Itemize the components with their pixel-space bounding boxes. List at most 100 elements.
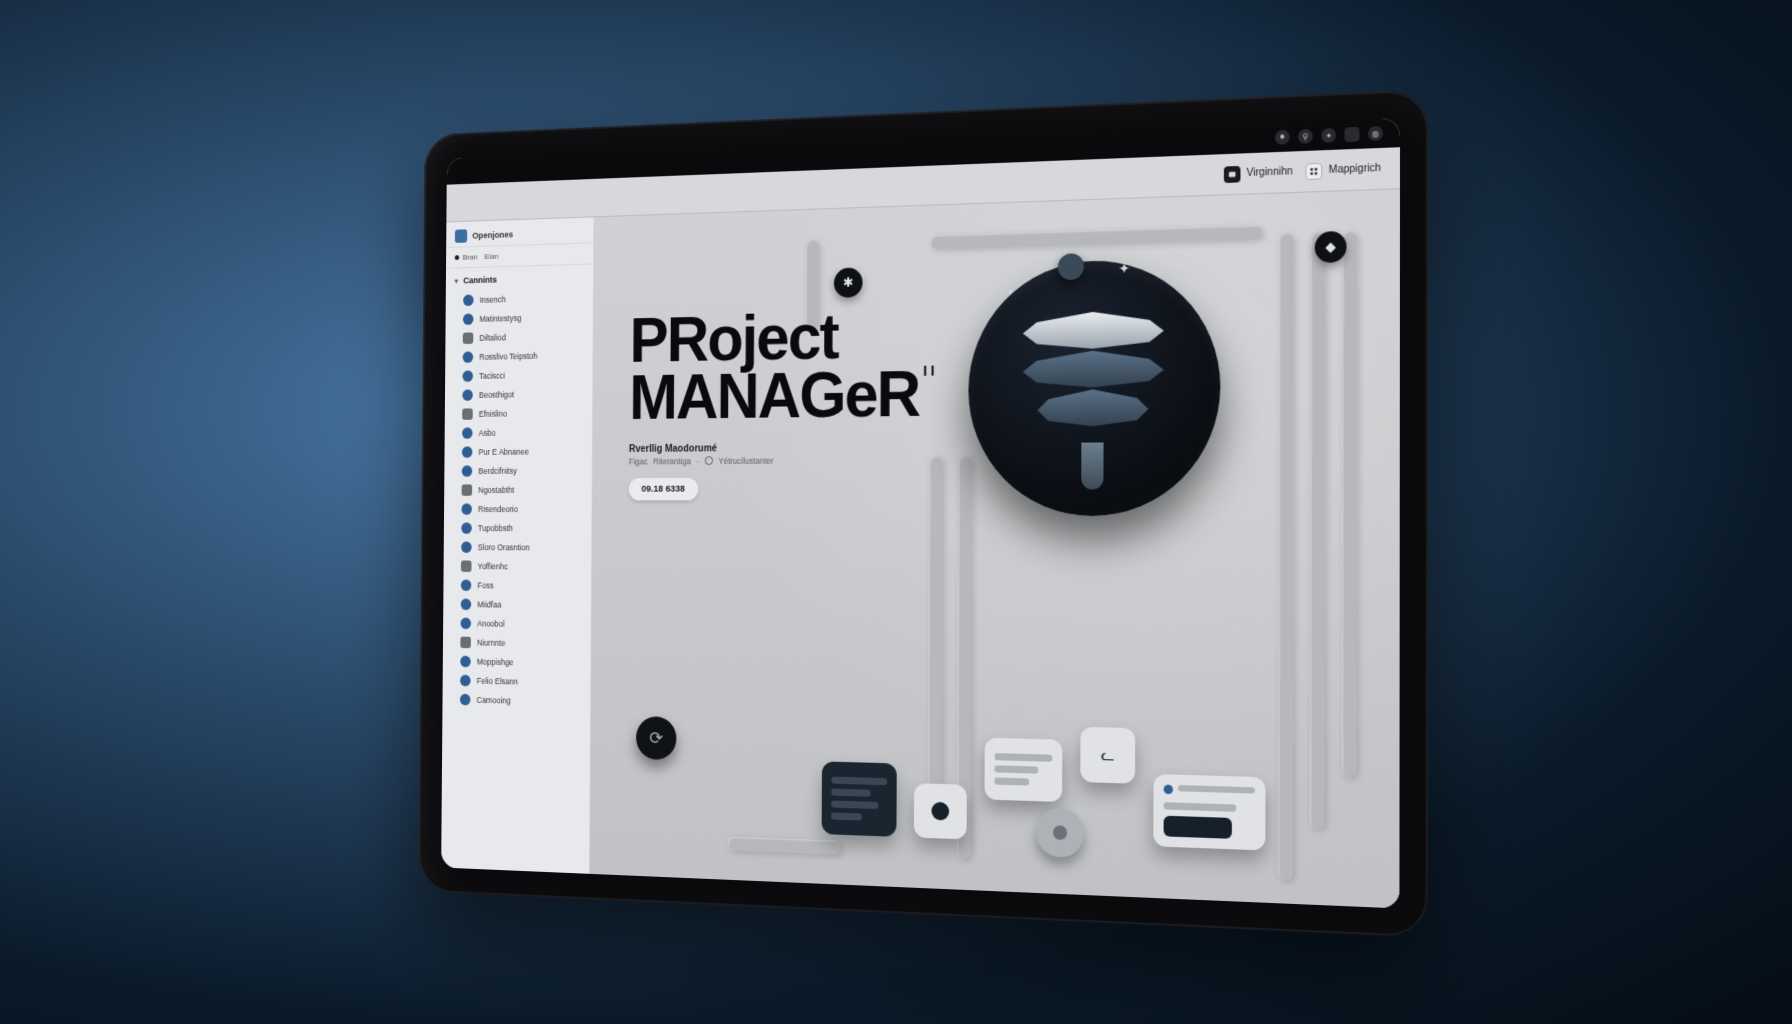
grid-icon — [1305, 162, 1322, 179]
pipe — [1310, 232, 1326, 830]
widget-card-action[interactable] — [1153, 774, 1265, 851]
sidebar-item[interactable]: Asbo — [445, 422, 593, 443]
pipe — [727, 836, 840, 854]
sidebar-item-label: Anoobol — [477, 619, 504, 629]
sidebar-item[interactable]: Yoffienhc — [444, 557, 592, 577]
sidebar-item-label: Sloro Orasntion — [478, 542, 530, 552]
bullet-icon — [463, 351, 474, 363]
bullet-icon — [463, 294, 474, 306]
drop-node-icon[interactable]: ◆ — [1315, 231, 1347, 263]
sidebar-item[interactable]: Risendeorio — [444, 499, 592, 518]
sidebar-items: InsenchMatintestysgDiltaliodRosslivo Tei… — [442, 286, 593, 720]
status-bar-right: ⏺ ⚲ ✦ ◍ — [1275, 126, 1383, 145]
gear-icon[interactable]: ✦ — [1321, 128, 1336, 143]
camera-icon[interactable]: ⏺ — [1275, 130, 1290, 145]
moon-icon — [1058, 253, 1084, 280]
sidebar-item[interactable]: Sloro Orasntion — [444, 538, 592, 558]
sidebar-item[interactable]: Beosthigot — [445, 384, 593, 405]
sidebar-item-label: Insench — [480, 295, 506, 305]
widget-card-dark[interactable] — [822, 761, 897, 836]
shield-icon[interactable] — [1345, 127, 1360, 142]
sidebar-item[interactable]: Pur E Abnanee — [444, 442, 592, 462]
refresh-knob[interactable]: ⟳ — [636, 716, 677, 760]
title-mark: I I — [923, 362, 934, 378]
bullet-icon — [460, 637, 471, 649]
card-action-button[interactable] — [1164, 816, 1232, 839]
hero: PRoject MANAGeRI I Rverllig Maodorumé Fi… — [629, 305, 969, 500]
sidebar-item[interactable]: Berdcifnitsy — [444, 461, 592, 481]
dot-icon — [455, 255, 459, 260]
pin-icon[interactable]: ⚲ — [1298, 129, 1313, 144]
sidebar-tab-b[interactable]: Eian — [484, 252, 498, 261]
decor-layer: ✱ ◆ ↻ ⟳ ✦ • — [590, 189, 1400, 908]
sidebar-item-label: Foss — [477, 581, 493, 591]
header-chip-left-label: Virginnihn — [1246, 166, 1292, 179]
sidebar-item-label: Berdcifnitsy — [478, 466, 517, 476]
gear-node-icon[interactable]: ✱ — [834, 267, 863, 297]
page-title: PRoject MANAGeRI I — [629, 305, 969, 427]
screen: ⏺ ⚲ ✦ ◍ Virginnihn Mappigrich — [441, 118, 1400, 909]
sidebar-item[interactable]: Efnislino — [445, 403, 593, 424]
bullet-icon — [461, 503, 472, 514]
sidebar-item-label: Rosslivo Teipstoh — [479, 351, 537, 362]
sidebar-item-label: Miidfaa — [477, 600, 501, 610]
sidebar-item-label: Niurnnte — [477, 638, 505, 648]
header-chip-right[interactable]: Mappigrich — [1305, 160, 1380, 180]
sidebar-item-label: Asbo — [479, 428, 496, 438]
sidebar-item[interactable]: Niurnnte — [443, 633, 591, 654]
pipe — [1342, 231, 1358, 778]
logo-leaf — [1023, 310, 1164, 350]
logo-leaf — [1023, 349, 1164, 388]
meta-subline: Figac Riterantiga · Yétrucilustanter — [629, 454, 968, 466]
bullet-icon — [461, 560, 472, 571]
bullet-icon — [462, 427, 473, 438]
widget-card-light[interactable] — [985, 738, 1063, 802]
widget-cards: ᓚ — [822, 761, 1266, 850]
bullet-icon — [462, 370, 473, 382]
main-canvas: ✱ ◆ ↻ ⟳ ✦ • — [590, 189, 1400, 908]
sidebar-item-label: Ngostabtht — [478, 485, 514, 495]
sidebar-item-label: Risendeorio — [478, 504, 518, 514]
bullet-icon — [460, 694, 471, 706]
bullet-icon — [461, 541, 472, 552]
sidebar-section-label: Cannints — [463, 275, 497, 285]
bullet-icon — [463, 332, 474, 344]
user-icon[interactable]: ◍ — [1368, 126, 1383, 141]
bullet-icon — [461, 522, 472, 533]
sparkle-icon: ✦ — [1118, 260, 1130, 278]
refresh-node-icon[interactable]: ↻ — [1213, 801, 1251, 840]
widget-card-small[interactable] — [914, 783, 967, 839]
pipe — [957, 456, 972, 860]
sidebar-item[interactable]: Foss — [443, 576, 591, 596]
bullet-icon — [462, 484, 473, 495]
sidebar-tab-a[interactable]: Bran — [455, 253, 478, 262]
workspace-label: Openjones — [472, 230, 513, 241]
bullet-icon — [461, 580, 472, 592]
sidebar-item[interactable]: Ngostabtht — [444, 480, 592, 500]
bullet-icon — [462, 446, 473, 457]
sidebar-item[interactable]: Tupobbsth — [444, 519, 592, 538]
widget-card-icon[interactable]: ᓚ — [1080, 727, 1135, 784]
date-chip[interactable]: 09.18 6338 — [629, 478, 698, 501]
bullet-icon — [461, 618, 472, 630]
pipe — [930, 225, 1262, 249]
knob-disc[interactable] — [1036, 807, 1084, 858]
meta-heading: Rverllig Maodorumé — [629, 441, 968, 454]
sidebar-item[interactable]: Taciscci — [445, 365, 592, 386]
bullet-icon — [460, 656, 471, 668]
logo-stem — [1081, 442, 1103, 489]
tablet-device-frame: ⏺ ⚲ ✦ ◍ Virginnihn Mappigrich — [418, 89, 1428, 937]
sidebar-item-label: Taciscci — [479, 371, 505, 381]
sidebar-item[interactable]: Rosslivo Teipstoh — [445, 345, 592, 367]
sidebar-item[interactable]: Anoobol — [443, 614, 591, 635]
logo-leaf — [1037, 389, 1148, 427]
camera-icon — [1224, 165, 1241, 182]
knob-center-icon — [1053, 825, 1067, 840]
sidebar-item-label: Pur E Abnanee — [478, 447, 528, 457]
workspace-icon — [455, 229, 467, 243]
hero-meta: Rverllig Maodorumé Figac Riterantiga · Y… — [629, 441, 969, 500]
header-chip-left[interactable]: Virginnihn — [1224, 163, 1293, 182]
header-chip-right-label: Mappigrich — [1329, 163, 1381, 176]
sidebar-item[interactable]: Camooing — [442, 690, 590, 713]
sidebar-item[interactable]: Miidfaa — [443, 595, 591, 616]
